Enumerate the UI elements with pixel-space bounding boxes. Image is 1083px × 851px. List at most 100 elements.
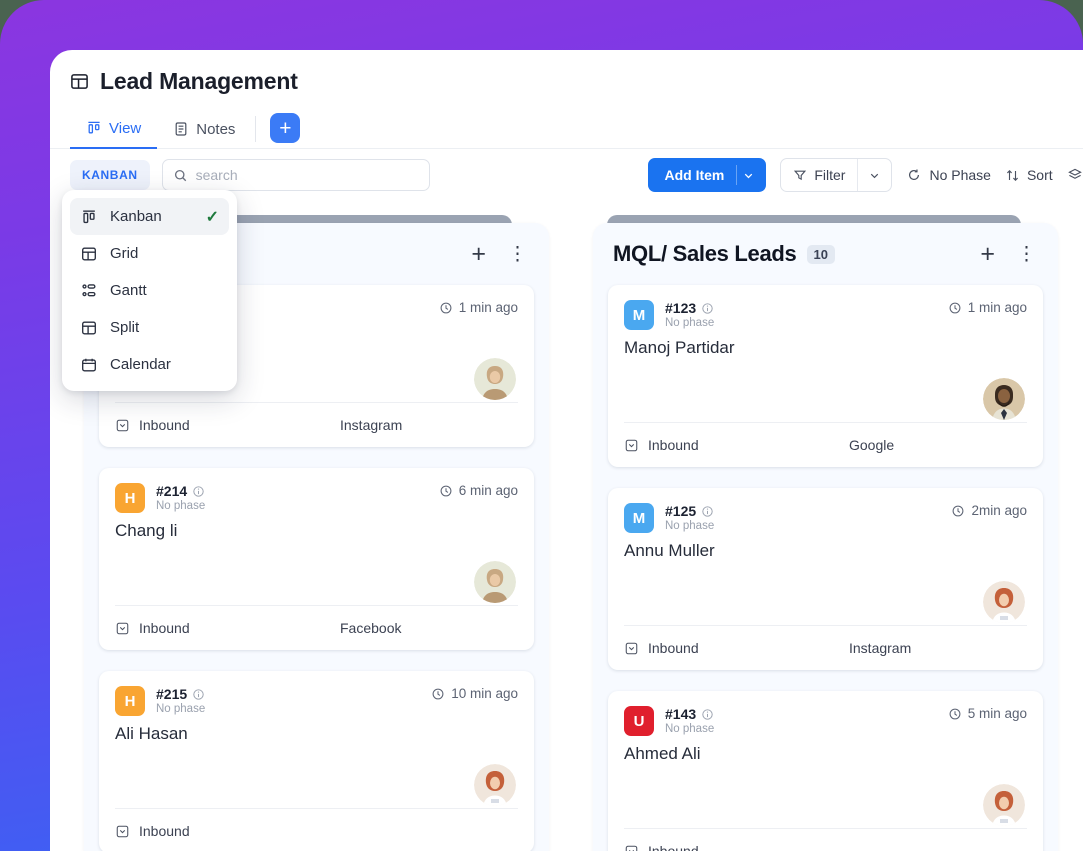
filter-button[interactable]: Filter	[780, 158, 893, 192]
menu-item-gantt-label: Gantt	[110, 282, 147, 299]
group-button[interactable]: Gro	[1067, 167, 1083, 183]
card-timestamp: 1 min ago	[439, 300, 518, 315]
card-body	[624, 764, 1027, 828]
card-source: Google	[849, 437, 895, 453]
info-icon[interactable]	[701, 708, 714, 721]
search-icon	[173, 168, 188, 183]
split-icon	[80, 319, 98, 337]
select-box-icon	[115, 824, 130, 839]
info-icon[interactable]	[701, 302, 714, 315]
column-card-list: M #123 No phase 1 min ago Manoj Partidar…	[593, 285, 1058, 851]
card-body	[624, 561, 1027, 625]
calendar-icon	[80, 356, 98, 374]
menu-item-calendar[interactable]: Calendar	[70, 346, 229, 383]
card-lead-name: Chang li	[115, 521, 178, 540]
kanban-icon	[80, 208, 98, 226]
card-tag[interactable]: Inbound	[115, 823, 340, 839]
avatar-initial: M	[624, 503, 654, 533]
menu-item-split[interactable]: Split	[70, 309, 229, 346]
kanban-column: MQL/ Sales Leads 10 + ⋮ M #123 No phase …	[593, 215, 1058, 851]
card-tag[interactable]: Inbound	[624, 640, 849, 656]
tab-notes-label: Notes	[196, 120, 236, 138]
card-id-block: #214 No phase	[156, 483, 205, 512]
avatar-initial: H	[115, 483, 145, 513]
info-icon[interactable]	[701, 505, 714, 518]
select-box-icon	[624, 844, 639, 851]
card-body	[115, 541, 518, 605]
card-tag[interactable]: Inbound	[624, 843, 849, 851]
menu-item-kanban-label: Kanban	[110, 208, 162, 225]
info-icon[interactable]	[192, 485, 205, 498]
sort-button[interactable]: Sort	[1005, 167, 1053, 183]
tab-notes[interactable]: Notes	[157, 109, 251, 149]
avatar-initial: U	[624, 706, 654, 736]
layers-icon	[1067, 167, 1083, 183]
filter-icon	[793, 168, 807, 182]
column-menu-button[interactable]: ⋮	[1017, 245, 1036, 264]
no-phase-button[interactable]: No Phase	[906, 167, 991, 183]
tab-divider	[255, 116, 257, 142]
view-type-menu: Kanban ✓ Grid Gantt Split Calendar	[62, 190, 237, 391]
card-id: #143	[665, 706, 714, 722]
avatar-initial: H	[115, 686, 145, 716]
card-lead-name: Annu Muller	[624, 541, 715, 560]
card-lead-name: Ahmed Ali	[624, 744, 701, 763]
card-tag[interactable]: Inbound	[115, 620, 340, 636]
column-body: MQL/ Sales Leads 10 + ⋮ M #123 No phase …	[593, 223, 1058, 851]
tab-bar: View Notes +	[50, 105, 1083, 149]
no-phase-label: No Phase	[929, 167, 991, 183]
search-input[interactable]	[195, 167, 419, 183]
select-box-icon	[624, 438, 639, 453]
menu-item-split-label: Split	[110, 319, 140, 336]
lead-card[interactable]: M #125 No phase 2min ago Annu Muller Inb…	[608, 488, 1043, 670]
card-body	[115, 744, 518, 808]
card-header: H #214 No phase 6 min ago	[115, 483, 518, 513]
avatar	[474, 764, 516, 806]
lead-card[interactable]: U #143 No phase 5 min ago Ahmed Ali Inbo…	[608, 691, 1043, 851]
menu-item-grid[interactable]: Grid	[70, 235, 229, 272]
kanban-view-chip[interactable]: KANBAN	[70, 160, 150, 190]
add-tab-button[interactable]: +	[270, 113, 301, 143]
search-box[interactable]	[161, 159, 430, 191]
menu-item-grid-label: Grid	[110, 245, 139, 262]
board-grid-icon	[70, 72, 89, 91]
lead-card[interactable]: H #215 No phase 10 min ago Ali Hasan Inb…	[99, 671, 534, 851]
info-icon[interactable]	[192, 688, 205, 701]
card-header: M #125 No phase 2min ago	[624, 503, 1027, 533]
card-id-block: #123 No phase	[665, 300, 714, 329]
lead-card[interactable]: H #214 No phase 6 min ago Chang li Inbou…	[99, 468, 534, 650]
menu-item-kanban[interactable]: Kanban ✓	[70, 198, 229, 235]
add-item-label: Add Item	[664, 167, 725, 183]
screenshot-stage: Lead Management View Notes + KANBAN sear…	[0, 0, 1083, 851]
card-phase: No phase	[665, 317, 715, 329]
clock-icon	[948, 707, 962, 721]
card-header: H #215 No phase 10 min ago	[115, 686, 518, 716]
avatar	[983, 784, 1025, 826]
card-header: U #143 No phase 5 min ago	[624, 706, 1027, 736]
column-menu-button[interactable]: ⋮	[508, 245, 527, 264]
sort-label: Sort	[1026, 167, 1053, 183]
card-phase: No phase	[665, 520, 715, 532]
card-phase: No phase	[156, 500, 206, 512]
menu-item-calendar-label: Calendar	[110, 356, 171, 373]
chevron-down-icon[interactable]	[736, 165, 766, 185]
column-count-badge: 10	[806, 244, 835, 264]
card-lead-name: Ali Hasan	[115, 724, 188, 743]
card-id-block: #215 No phase	[156, 686, 205, 715]
column-add-card-button[interactable]: +	[980, 241, 995, 267]
add-item-button[interactable]: Add Item	[648, 158, 767, 192]
card-tag[interactable]: Inbound	[624, 437, 849, 453]
column-add-card-button[interactable]: +	[471, 241, 486, 267]
tab-view[interactable]: View	[70, 109, 158, 149]
filter-chevron-down-icon[interactable]	[857, 159, 891, 191]
lead-card[interactable]: M #123 No phase 1 min ago Manoj Partidar…	[608, 285, 1043, 467]
grid-icon	[80, 245, 98, 263]
filter-label-group: Filter	[781, 167, 857, 183]
card-timestamp: 1 min ago	[948, 300, 1027, 315]
card-footer: Inbound Facebook	[115, 605, 518, 650]
card-source: Instagram	[340, 417, 403, 433]
card-timestamp: 10 min ago	[431, 686, 518, 701]
menu-item-gantt[interactable]: Gantt	[70, 272, 229, 309]
card-tag[interactable]: Inbound	[115, 417, 340, 433]
column-header: MQL/ Sales Leads 10 + ⋮	[593, 223, 1058, 285]
